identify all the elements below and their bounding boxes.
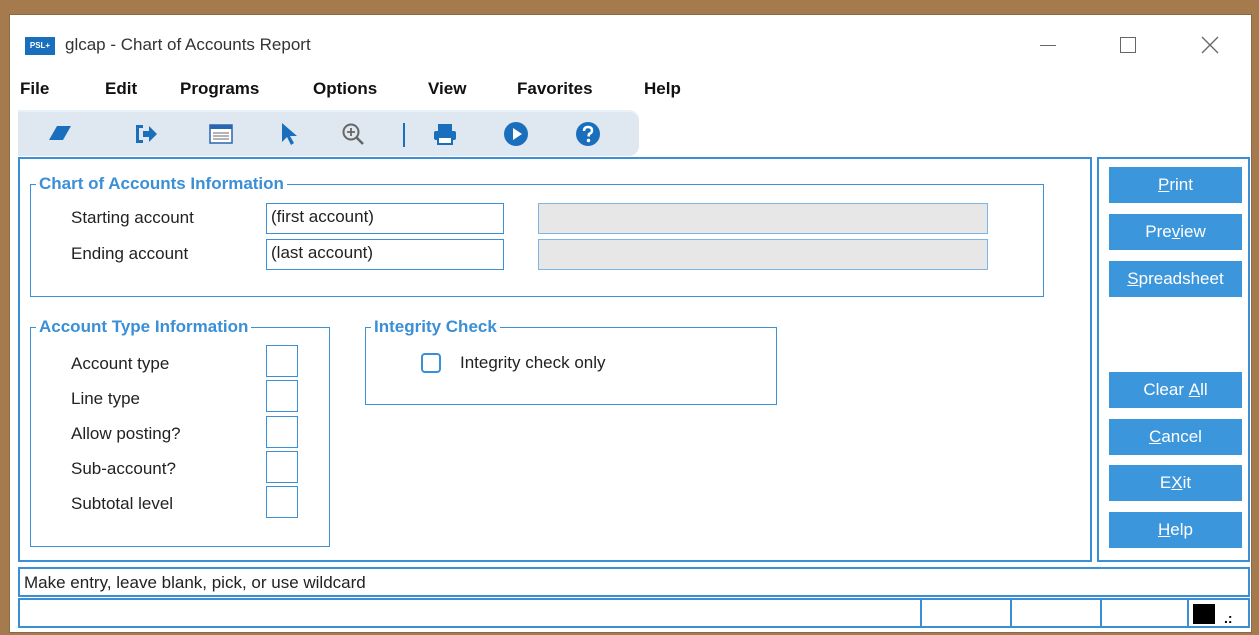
- report-criteria-panel: Chart of Accounts Information Starting a…: [18, 157, 1092, 562]
- sub-account-label: Sub-account?: [71, 459, 176, 478]
- help-icon[interactable]: [575, 121, 601, 147]
- status-divider: [1010, 600, 1012, 626]
- integrity-check-group: Integrity Check Integrity check only: [365, 317, 777, 405]
- cancel-button[interactable]: Cancel: [1109, 419, 1242, 455]
- spreadsheet-button[interactable]: Spreadsheet: [1109, 261, 1242, 297]
- subtotal-level-field[interactable]: [266, 486, 298, 518]
- account-type-field[interactable]: [266, 345, 298, 377]
- print-icon[interactable]: [432, 121, 458, 147]
- menu-bar: File Edit Programs Options View Favorite…: [10, 77, 1251, 103]
- status-divider: [1100, 600, 1102, 626]
- close-button[interactable]: [1187, 27, 1233, 63]
- status-divider: [920, 600, 922, 626]
- starting-account-label: Starting account: [71, 208, 194, 227]
- status-divider: [1187, 600, 1189, 626]
- starting-account-description: [538, 203, 988, 234]
- integrity-check-checkbox[interactable]: [421, 353, 441, 373]
- zoom-icon[interactable]: [340, 121, 366, 147]
- clear-all-button[interactable]: Clear All: [1109, 372, 1242, 408]
- help-button[interactable]: Help: [1109, 512, 1242, 548]
- status-message: Make entry, leave blank, pick, or use wi…: [18, 567, 1250, 597]
- print-button[interactable]: Print: [1109, 167, 1242, 203]
- allow-posting-field[interactable]: [266, 416, 298, 448]
- menu-help[interactable]: Help: [644, 79, 681, 99]
- resize-grip[interactable]: .:: [1224, 610, 1233, 626]
- ending-account-description: [538, 239, 988, 270]
- title-bar[interactable]: PSL+ glcap - Chart of Accounts Report: [10, 15, 1251, 65]
- status-indicator: [1193, 604, 1215, 624]
- line-type-field[interactable]: [266, 380, 298, 412]
- status-bar: .:: [18, 598, 1250, 628]
- chart-of-accounts-title: Chart of Accounts Information: [36, 174, 287, 194]
- ending-account-label: Ending account: [71, 244, 189, 263]
- menu-file[interactable]: File: [20, 79, 49, 99]
- menu-favorites[interactable]: Favorites: [517, 79, 593, 99]
- menu-programs[interactable]: Programs: [180, 79, 259, 99]
- menu-edit[interactable]: Edit: [105, 79, 137, 99]
- ending-account-field[interactable]: (last account): [266, 239, 504, 270]
- integrity-check-title: Integrity Check: [371, 317, 500, 337]
- window-title: glcap - Chart of Accounts Report: [65, 35, 311, 54]
- eraser-icon[interactable]: [48, 121, 74, 147]
- account-type-label: Account type: [71, 354, 170, 373]
- sub-account-field[interactable]: [266, 451, 298, 483]
- menu-options[interactable]: Options: [313, 79, 377, 99]
- account-type-title: Account Type Information: [36, 317, 252, 337]
- close-icon: [1201, 36, 1219, 54]
- toolbar-separator: [403, 123, 405, 147]
- preview-button[interactable]: Pre v iew: [1109, 214, 1242, 250]
- menu-view[interactable]: View: [428, 79, 466, 99]
- line-type-label: Line type: [71, 389, 140, 408]
- minimize-icon: [1040, 44, 1056, 46]
- exit-arrow-icon[interactable]: [133, 121, 159, 147]
- app-window: PSL+ glcap - Chart of Accounts Report Fi…: [9, 14, 1252, 633]
- maximize-button[interactable]: [1105, 27, 1151, 63]
- minimize-button[interactable]: [1025, 27, 1071, 63]
- pointer-icon[interactable]: [276, 121, 302, 147]
- subtotal-level-label: Subtotal level: [71, 494, 174, 513]
- exit-button[interactable]: E Xit: [1109, 465, 1242, 501]
- allow-posting-label: Allow posting?: [71, 424, 181, 443]
- integrity-check-label: Integrity check only: [460, 353, 606, 372]
- action-panel: Print Pre v iew Spreadsheet Clear All Canc…: [1097, 157, 1250, 562]
- starting-account-field[interactable]: (first account): [266, 203, 504, 234]
- maximize-icon: [1120, 37, 1136, 53]
- toolbar: [18, 110, 639, 156]
- account-type-group: Account Type Information Account type Li…: [30, 317, 330, 547]
- list-icon[interactable]: [208, 121, 234, 147]
- play-icon[interactable]: [503, 121, 529, 147]
- chart-of-accounts-group: Chart of Accounts Information Starting a…: [30, 174, 1044, 297]
- app-icon: PSL+: [25, 37, 55, 55]
